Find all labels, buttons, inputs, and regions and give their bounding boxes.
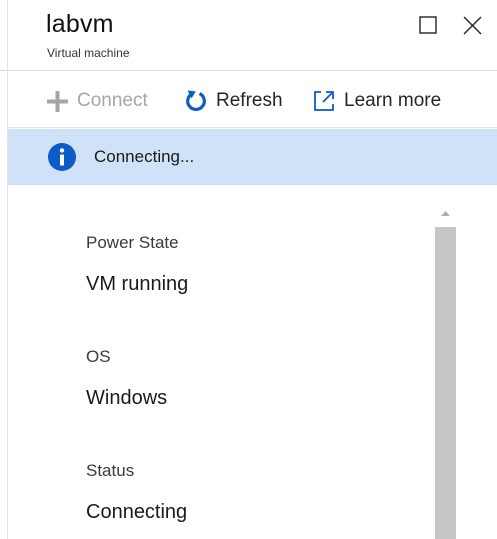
page-subtitle: Virtual machine xyxy=(47,46,130,60)
scroll-up-button[interactable] xyxy=(435,203,456,223)
refresh-button[interactable]: Refresh xyxy=(184,88,283,114)
vm-details: Power State VM running OS Windows Status… xyxy=(8,185,497,539)
blade-left-divider xyxy=(0,70,7,71)
details-scrollbar[interactable] xyxy=(435,203,456,539)
power-state-label: Power State xyxy=(86,233,179,252)
connect-button[interactable]: Connect xyxy=(45,88,148,114)
close-icon xyxy=(463,16,482,35)
scroll-thumb[interactable] xyxy=(435,227,456,539)
refresh-label: Refresh xyxy=(216,90,283,111)
info-icon xyxy=(48,143,76,171)
power-state-value: VM running xyxy=(86,273,189,295)
status-banner: Connecting... xyxy=(8,129,497,185)
external-link-icon xyxy=(314,91,334,111)
maximize-button[interactable] xyxy=(416,12,442,38)
learn-more-label: Learn more xyxy=(344,90,442,111)
scroll-up-icon xyxy=(441,211,450,216)
page-title: labvm xyxy=(46,10,114,38)
status-label: Status xyxy=(86,461,135,480)
vm-connect-blade: labvm Virtual machine Connect Refresh Le… xyxy=(0,0,497,539)
status-value: Connecting xyxy=(86,501,188,523)
plus-icon xyxy=(47,91,68,112)
blade-header: labvm Virtual machine xyxy=(8,0,497,71)
refresh-icon xyxy=(186,90,206,111)
banner-message: Connecting... xyxy=(94,147,195,166)
connect-label: Connect xyxy=(77,90,148,111)
maximize-icon xyxy=(419,16,437,34)
command-bar: Connect Refresh Learn more xyxy=(8,71,497,128)
os-value: Windows xyxy=(86,387,168,409)
close-button[interactable] xyxy=(460,12,486,38)
os-label: OS xyxy=(86,347,111,366)
learn-more-link[interactable]: Learn more xyxy=(312,88,441,114)
